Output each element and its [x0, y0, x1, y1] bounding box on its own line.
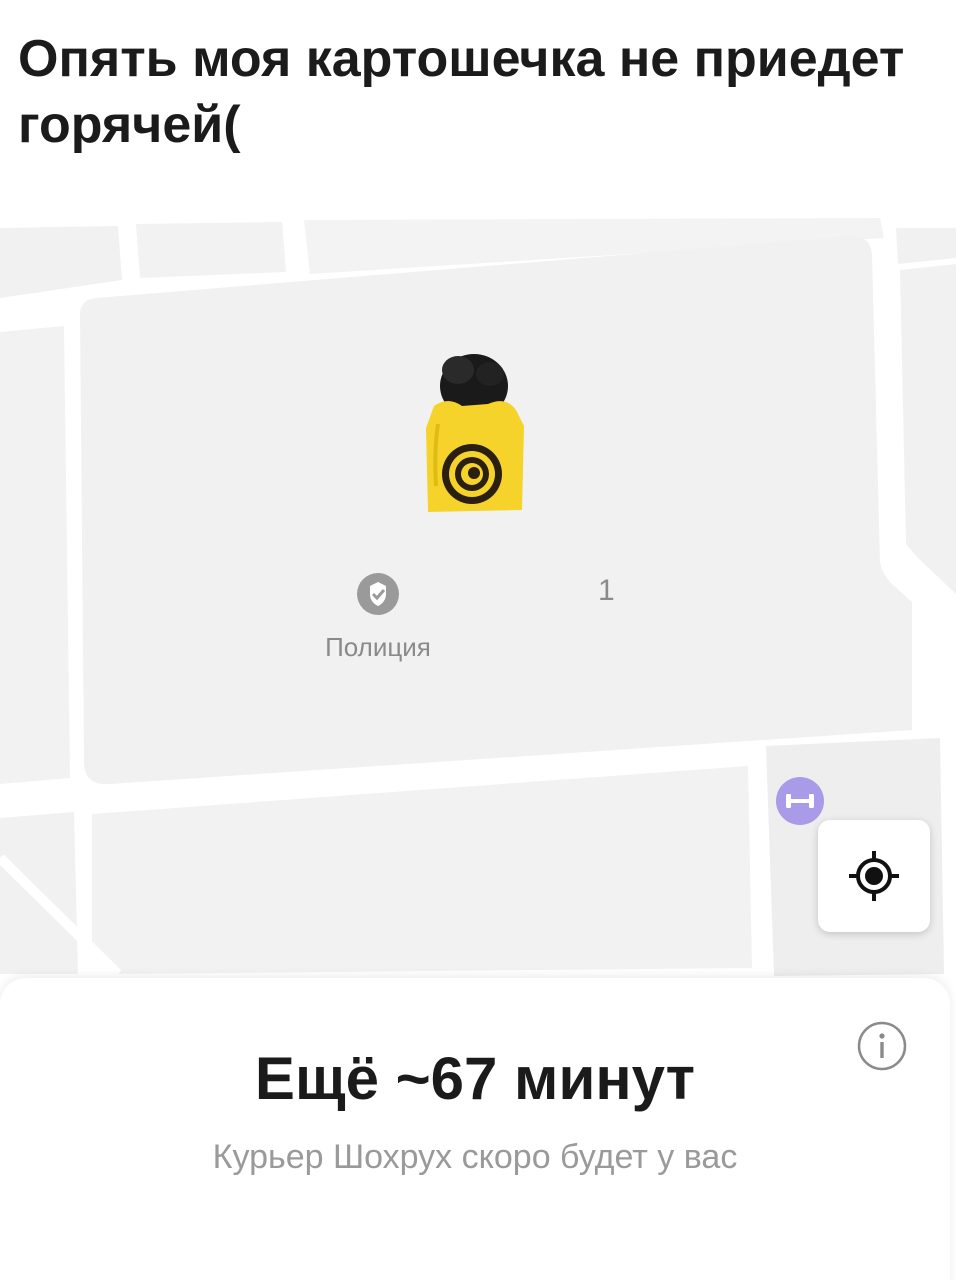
locate-me-button[interactable] — [818, 820, 930, 932]
eta-title: Ещё ~67 минут — [254, 1045, 696, 1112]
house-number: 1 — [598, 574, 615, 607]
police-label: Полиция — [325, 632, 431, 662]
police-poi[interactable]: Полиция — [296, 572, 460, 663]
police-badge-icon — [357, 573, 399, 615]
courier-marker-icon[interactable] — [414, 350, 530, 512]
locate-me-icon — [849, 851, 899, 901]
meme-caption: Опять моя картошечка не приедет горячей( — [18, 30, 905, 154]
delivery-status-sheet[interactable]: Ещё ~67 минут Курьер Шохрух скоро будет … — [0, 978, 950, 1280]
dumbbell-icon[interactable] — [775, 776, 825, 826]
map-view[interactable]: Полиция 1 Ещё ~67 минут Курьер Шохрух ск… — [0, 214, 956, 1280]
courier-status: Курьер Шохрух скоро будет у вас — [212, 1138, 738, 1176]
